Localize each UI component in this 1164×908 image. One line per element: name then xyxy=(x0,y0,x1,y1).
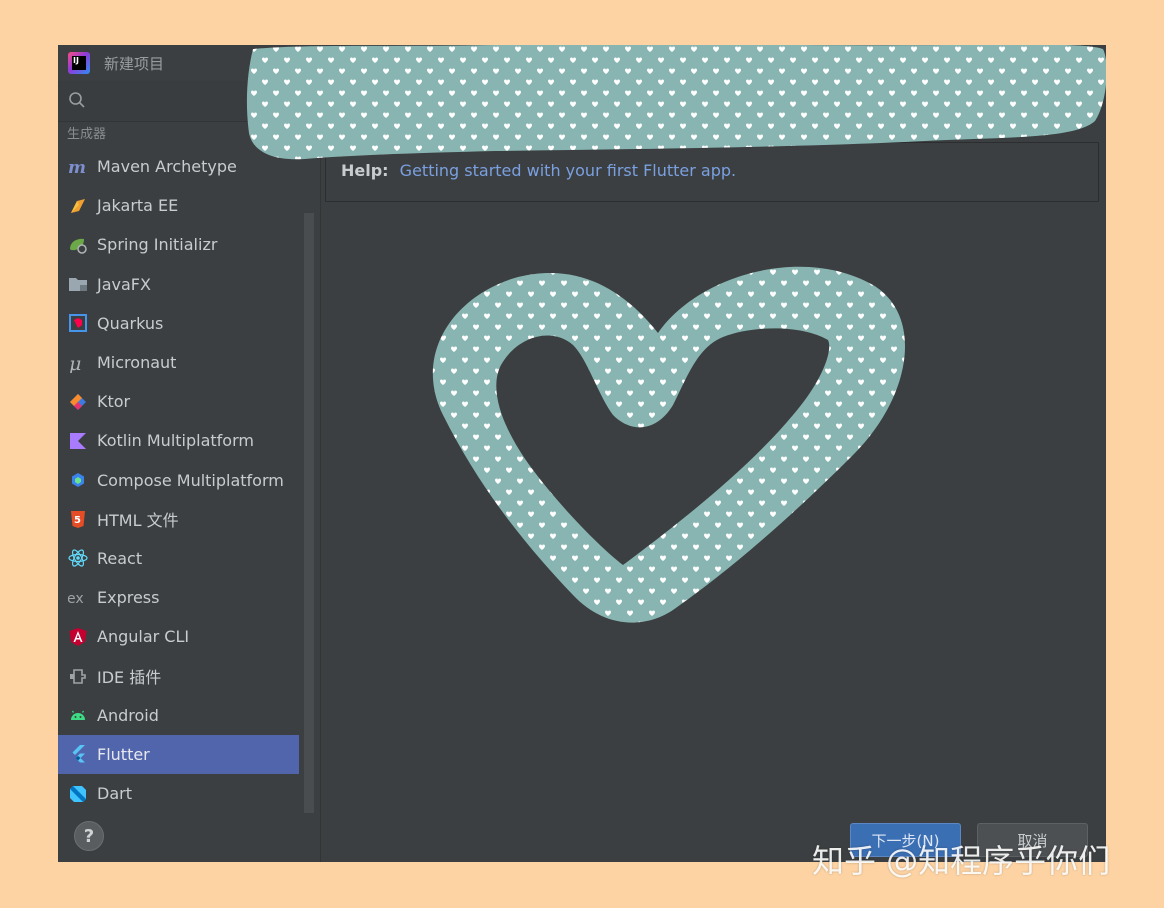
kotlin-icon xyxy=(68,431,88,451)
micronaut-icon: μ xyxy=(68,353,88,373)
sidebar-item-label: Quarkus xyxy=(97,313,164,333)
sidebar-item-html-file[interactable]: 5 HTML 文件 xyxy=(58,500,299,539)
sidebar-item-angular-cli[interactable]: Angular CLI xyxy=(58,617,299,656)
flutter-icon xyxy=(68,744,88,764)
sidebar-item-label: Spring Initializr xyxy=(97,235,218,255)
jakarta-icon xyxy=(68,196,88,216)
sidebar-item-jakarta-ee[interactable]: Jakarta EE xyxy=(58,186,299,225)
heart-pattern-sticker xyxy=(432,266,906,623)
search-icon xyxy=(69,92,85,108)
heart-pattern-sticker-top xyxy=(246,45,1106,160)
sidebar-item-micronaut[interactable]: μ Micronaut xyxy=(58,343,299,382)
ktor-icon xyxy=(68,392,88,412)
sidebar-item-label: JavaFX xyxy=(97,274,151,294)
sidebar-item-label: Ktor xyxy=(97,392,131,412)
help-text: Help: Getting started with your first Fl… xyxy=(341,161,736,180)
plugin-icon xyxy=(68,666,88,686)
sidebar-item-label: Kotlin Multiplatform xyxy=(97,431,254,451)
sidebar-scrollbar[interactable] xyxy=(304,213,314,813)
sidebar-item-label: Jakarta EE xyxy=(97,196,179,216)
compose-icon xyxy=(68,470,88,490)
express-icon: ex xyxy=(68,588,88,608)
spring-icon xyxy=(68,235,88,255)
svg-text:m: m xyxy=(68,158,86,177)
sidebar-item-label: Express xyxy=(97,588,160,608)
sidebar-item-android[interactable]: Android xyxy=(58,696,299,735)
sidebar-item-label: Dart xyxy=(97,784,132,804)
sidebar-item-express[interactable]: ex Express xyxy=(58,578,299,617)
sidebar-item-label: Angular CLI xyxy=(97,627,190,647)
sidebar-item-label: Maven Archetype xyxy=(97,157,237,177)
sidebar-item-flutter[interactable]: Flutter xyxy=(58,734,299,774)
sidebar-item-label: Compose Multiplatform xyxy=(97,470,284,490)
sidebar-item-react[interactable]: React xyxy=(58,539,299,578)
maven-icon: m xyxy=(68,157,88,177)
window-title: 新建项目 xyxy=(104,54,165,73)
sidebar-item-label: React xyxy=(97,548,143,568)
android-icon xyxy=(68,705,88,725)
new-project-dialog: IJ 新建项目 生成器 m Maven Archetype Jakarta EE xyxy=(58,45,1106,862)
sidebar-item-label: IDE 插件 xyxy=(97,668,162,688)
generators-group-label: 生成器 xyxy=(67,127,107,142)
help-label: Help: xyxy=(341,161,389,180)
sidebar-item-compose-multiplatform[interactable]: Compose Multiplatform xyxy=(58,461,299,500)
intellij-app-icon: IJ xyxy=(68,52,90,74)
sidebar-item-label: Flutter xyxy=(97,744,150,764)
sidebar-item-label: Micronaut xyxy=(97,353,177,373)
svg-text:μ: μ xyxy=(69,353,81,373)
react-icon xyxy=(68,548,88,568)
generators-sidebar: 生成器 m Maven Archetype Jakarta EE Spring … xyxy=(58,81,299,862)
sidebar-item-javafx[interactable]: JavaFX xyxy=(58,265,299,304)
sidebar-item-spring-initializr[interactable]: Spring Initializr xyxy=(58,225,299,264)
sidebar-item-ide-plugin[interactable]: IDE 插件 xyxy=(58,656,299,695)
quarkus-icon xyxy=(68,313,88,333)
generator-list: m Maven Archetype Jakarta EE Spring Init… xyxy=(58,147,299,813)
sidebar-item-label: HTML 文件 xyxy=(97,511,179,531)
help-link[interactable]: Getting started with your first Flutter … xyxy=(400,161,736,180)
sidebar-item-dart[interactable]: Dart xyxy=(58,774,299,813)
help-button[interactable]: ? xyxy=(74,821,104,851)
dart-icon xyxy=(68,784,88,804)
angular-icon xyxy=(68,627,88,647)
sidebar-item-ktor[interactable]: Ktor xyxy=(58,382,299,421)
svg-text:ex: ex xyxy=(68,591,84,607)
sidebar-item-quarkus[interactable]: Quarkus xyxy=(58,304,299,343)
sidebar-item-kotlin-multiplatform[interactable]: Kotlin Multiplatform xyxy=(58,421,299,460)
svg-text:5: 5 xyxy=(74,515,81,526)
sidebar-item-label: Android xyxy=(97,705,159,725)
folder-icon xyxy=(68,274,88,294)
watermark: 知乎 @知程序乎你们 xyxy=(812,842,1111,880)
panel-divider xyxy=(320,140,321,862)
html5-icon: 5 xyxy=(68,509,88,529)
